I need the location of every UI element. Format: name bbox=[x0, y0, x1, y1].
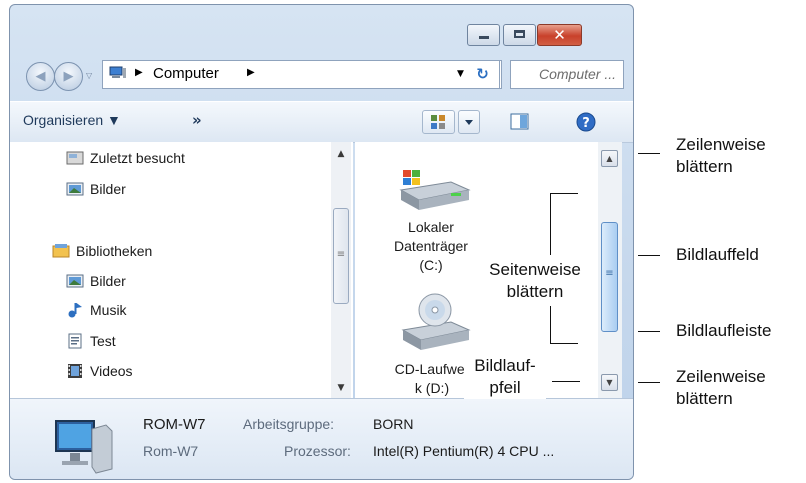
refresh-button[interactable]: ↻ bbox=[466, 60, 500, 89]
explorer-window: ✕ ◀ ▶ ▽ ▶ Computer ▶ ▼ ↻ Computer ... Or… bbox=[9, 4, 634, 480]
breadcrumb-chevron-icon[interactable]: ▶ bbox=[247, 67, 255, 78]
view-icon bbox=[431, 115, 445, 129]
workgroup-label: Arbeitsgruppe: bbox=[243, 416, 335, 432]
more-commands-button[interactable]: » bbox=[192, 111, 202, 129]
annotation-line bbox=[638, 255, 660, 256]
preview-pane-button[interactable] bbox=[504, 110, 534, 134]
scroll-down-button[interactable]: ▼ bbox=[601, 374, 618, 391]
workgroup-value: BORN bbox=[373, 416, 414, 432]
forward-button[interactable]: ▶ bbox=[54, 62, 83, 91]
computer-name: ROM-W7 bbox=[143, 416, 206, 433]
annotation-line bbox=[638, 331, 660, 332]
forward-arrow-icon: ▶ bbox=[63, 69, 74, 84]
search-input[interactable]: Computer ... bbox=[510, 60, 624, 89]
details-pane: ROM-W7 Rom-W7 Arbeitsgruppe: BORN Prozes… bbox=[10, 398, 633, 479]
annotation-line bbox=[550, 306, 551, 344]
annotation-bildlaufleiste: Bildlaufleiste bbox=[676, 321, 772, 340]
local-disk-icon[interactable] bbox=[395, 164, 473, 214]
navigation-pane: Zuletzt besucht Bilder Bibliotheken Bild… bbox=[10, 142, 353, 398]
close-icon: ✕ bbox=[553, 26, 566, 44]
view-options-dropdown[interactable] bbox=[458, 110, 480, 134]
processor-label: Prozessor: bbox=[284, 443, 351, 459]
test-library-icon bbox=[68, 333, 82, 349]
computer-icon bbox=[109, 66, 126, 78]
drive-c-label[interactable]: Lokaler Datenträger (C:) bbox=[387, 218, 475, 275]
change-view-button[interactable] bbox=[422, 110, 455, 134]
address-dropdown-icon[interactable]: ▼ bbox=[457, 69, 464, 79]
organize-menu[interactable]: Organisieren ▼ bbox=[23, 112, 121, 128]
navigation-scroll-thumb[interactable]: ≡ bbox=[333, 208, 349, 304]
grip-icon: ≡ bbox=[605, 268, 614, 279]
preview-pane-icon bbox=[510, 113, 529, 130]
nav-item-recent[interactable]: Zuletzt besucht bbox=[90, 150, 185, 166]
processor-value: Intel(R) Pentium(R) 4 CPU ... bbox=[373, 443, 555, 459]
maximize-icon bbox=[514, 30, 525, 38]
pictures-folder-icon bbox=[66, 182, 84, 196]
annotation-seitenweise: Seitenweise blättern bbox=[476, 259, 594, 303]
annotation-line bbox=[550, 193, 551, 255]
annotation-zeilenweise-bottom: Zeilenweise blättern bbox=[676, 367, 766, 408]
scroll-down-arrow-icon[interactable]: ▼ bbox=[333, 380, 349, 396]
scroll-thumb[interactable]: ≡ bbox=[601, 222, 618, 332]
help-button[interactable]: ? bbox=[573, 110, 599, 134]
nav-item-musik[interactable]: Musik bbox=[90, 302, 127, 318]
computer-subname: Rom-W7 bbox=[143, 443, 199, 459]
recent-pages-dropdown[interactable]: ▽ bbox=[86, 71, 92, 80]
scroll-up-arrow-icon[interactable]: ▲ bbox=[333, 146, 349, 162]
computer-icon bbox=[55, 420, 113, 474]
annotation-bildlaufpfeil: Bildlauf-pfeil bbox=[464, 355, 546, 399]
chevron-down-icon bbox=[465, 120, 473, 125]
annotation-line bbox=[550, 193, 578, 194]
music-library-icon bbox=[68, 303, 82, 318]
breadcrumb-separator-icon[interactable]: ▶ bbox=[135, 67, 143, 78]
scroll-up-button[interactable]: ▲ bbox=[601, 150, 618, 167]
grip-icon: ≡ bbox=[336, 249, 346, 260]
pictures-library-icon bbox=[66, 274, 84, 288]
annotation-line bbox=[638, 382, 660, 383]
maximize-button[interactable] bbox=[503, 24, 536, 46]
nav-item-videos[interactable]: Videos bbox=[90, 363, 133, 379]
videos-library-icon bbox=[68, 364, 82, 378]
command-bar: Organisieren ▼ » ? bbox=[10, 101, 633, 143]
svg-text:?: ? bbox=[582, 116, 590, 131]
recent-places-icon bbox=[66, 151, 84, 165]
back-button[interactable]: ◀ bbox=[26, 62, 55, 91]
libraries-icon bbox=[52, 244, 70, 258]
minimize-icon bbox=[479, 36, 489, 39]
address-bar[interactable]: ▶ Computer ▶ ▼ bbox=[102, 60, 502, 89]
cd-drive-icon[interactable] bbox=[399, 292, 473, 354]
nav-item-bibliotheken[interactable]: Bibliotheken bbox=[76, 243, 152, 259]
annotation-line bbox=[552, 381, 580, 382]
help-icon: ? bbox=[576, 112, 596, 132]
nav-item-bilder-library[interactable]: Bilder bbox=[90, 273, 126, 289]
annotation-line bbox=[638, 153, 660, 154]
breadcrumb-computer[interactable]: Computer bbox=[153, 65, 219, 82]
minimize-button[interactable] bbox=[467, 24, 500, 46]
close-button[interactable]: ✕ bbox=[537, 24, 582, 46]
annotation-zeilenweise-top: Zeilenweise blättern bbox=[676, 135, 766, 176]
content-scrollbar[interactable]: ▲ ≡ ▼ bbox=[598, 142, 622, 398]
nav-item-bilder[interactable]: Bilder bbox=[90, 181, 126, 197]
back-arrow-icon: ◀ bbox=[35, 69, 46, 84]
annotation-bildlauffeld: Bildlauffeld bbox=[676, 245, 759, 264]
annotation-line bbox=[550, 343, 578, 344]
navigation-scrollbar[interactable]: ▲ ≡ ▼ bbox=[331, 142, 351, 398]
nav-item-test[interactable]: Test bbox=[90, 333, 116, 349]
